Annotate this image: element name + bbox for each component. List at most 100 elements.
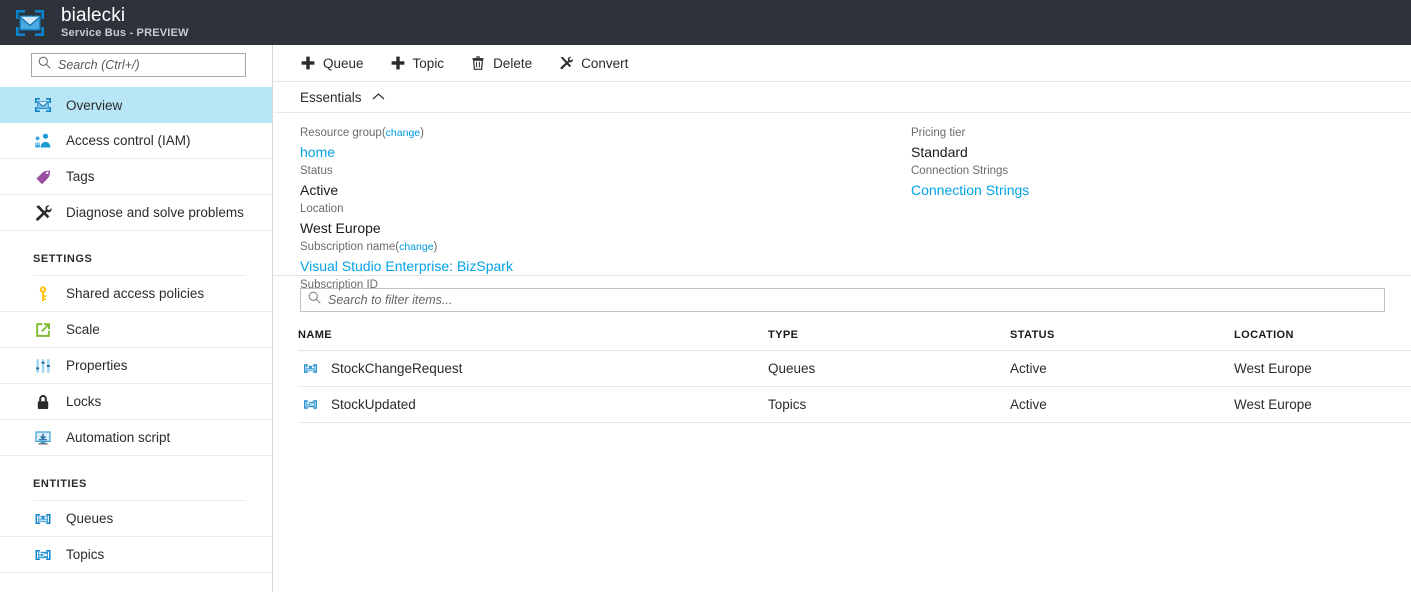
sidebar-item-diagnose[interactable]: Diagnose and solve problems [0, 195, 272, 231]
essentials-left-column: Resource group(change) home Status Activ… [300, 125, 513, 299]
sidebar-item-label: Diagnose and solve problems [66, 205, 244, 220]
sidebar-group-entities-title: ENTITIES [33, 478, 87, 490]
column-header-type[interactable]: TYPE [768, 323, 1010, 351]
sidebar-item-automation-script[interactable]: Automation script [0, 420, 272, 456]
table-row[interactable]: StockUpdated Topics Active West Europe [298, 386, 1411, 423]
essentials-header[interactable]: Essentials [274, 82, 1411, 113]
delete-label: Delete [493, 55, 533, 71]
row-type-cell: Queues [768, 350, 1010, 387]
add-topic-button[interactable]: Topic [390, 45, 445, 82]
sidebar-item-queues[interactable]: Queues [0, 501, 272, 537]
connection-strings-key: Connection Strings [911, 165, 1009, 177]
entities-table: NAME TYPE STATUS LOCATION StockChangeReq… [298, 323, 1411, 423]
subscription-change-link[interactable]: change [399, 241, 433, 253]
sidebar-item-properties[interactable]: Properties [0, 348, 272, 384]
resource-group-change-link[interactable]: change [386, 127, 420, 139]
sidebar-item-label: Locks [66, 394, 102, 409]
row-name-text: StockChangeRequest [331, 361, 463, 376]
table-row[interactable]: StockChangeRequest Queues Active West Eu… [298, 350, 1411, 387]
essentials-title: Essentials [300, 89, 362, 105]
chevron-up-icon[interactable] [372, 88, 385, 106]
subscription-name-value[interactable]: Visual Studio Enterprise: BizSpark [300, 256, 513, 276]
sidebar-item-label: Topics [66, 547, 105, 562]
plus-icon [300, 55, 316, 71]
sidebar-item-label: Overview [66, 97, 123, 113]
sidebar-search-wrap [0, 45, 272, 77]
sidebar-nav: Overview Access control (IAM) Tags Diagn… [0, 87, 272, 573]
row-location-cell: West Europe [1234, 350, 1411, 387]
add-queue-label: Queue [323, 55, 364, 71]
pricing-tier-value: Standard [911, 144, 968, 160]
sidebar-item-overview[interactable]: Overview [0, 87, 272, 123]
convert-label: Convert [581, 55, 629, 71]
subscription-id-key: Subscription ID [300, 279, 378, 291]
convert-button[interactable]: Convert [558, 45, 628, 82]
command-toolbar: Queue Topic Delete Convert [274, 45, 1411, 82]
row-status-cell: Active [1010, 386, 1234, 423]
tag-icon [33, 167, 53, 187]
table-header-row: NAME TYPE STATUS LOCATION [298, 323, 1411, 351]
key-icon [33, 284, 53, 304]
table-body: StockChangeRequest Queues Active West Eu… [298, 350, 1411, 423]
resource-group-value[interactable]: home [300, 142, 513, 162]
service-bus-icon [13, 6, 47, 40]
app-header-text: bialecki Service Bus - PREVIEW [61, 6, 189, 39]
row-type-cell: Topics [768, 386, 1010, 423]
scale-arrow-icon [33, 320, 53, 340]
service-bus-icon [33, 95, 53, 115]
subscription-name-key: Subscription name(change) [300, 241, 438, 253]
column-header-status[interactable]: STATUS [1010, 323, 1234, 351]
sidebar-item-tags[interactable]: Tags [0, 159, 272, 195]
essentials-body: Resource group(change) home Status Activ… [274, 113, 1411, 291]
column-header-location[interactable]: LOCATION [1234, 323, 1411, 351]
queue-icon [33, 509, 53, 529]
plus-icon [390, 55, 406, 71]
topic-icon [33, 545, 53, 565]
connection-strings-link[interactable]: Connection Strings [911, 180, 1029, 200]
sidebar-item-label: Access control (IAM) [66, 133, 191, 148]
status-value: Active [300, 182, 339, 198]
sidebar-item-label: Properties [66, 358, 128, 373]
essentials-right-column: Pricing tier Standard Connection Strings… [911, 125, 1029, 201]
sidebar-item-access-control[interactable]: Access control (IAM) [0, 123, 272, 159]
topic-icon [302, 396, 319, 413]
row-name-text: StockUpdated [331, 397, 416, 412]
location-key: Location [300, 203, 344, 215]
queue-icon [302, 360, 319, 377]
subscription-name-label: Subscription name [300, 241, 396, 253]
sidebar-group-settings-title: SETTINGS [33, 253, 93, 265]
app-header: bialecki Service Bus - PREVIEW [0, 0, 1411, 45]
wrench-screwdriver-icon [558, 55, 574, 71]
sidebar-item-shared-access-policies[interactable]: Shared access policies [0, 276, 272, 312]
sidebar-item-label: Automation script [66, 430, 171, 445]
add-topic-label: Topic [412, 55, 445, 71]
row-name-cell[interactable]: StockUpdated [298, 386, 768, 423]
column-header-name[interactable]: NAME [298, 323, 768, 351]
trash-icon [470, 55, 486, 71]
add-queue-button[interactable]: Queue [300, 45, 364, 82]
sidebar-item-locks[interactable]: Locks [0, 384, 272, 420]
main-content: Queue Topic Delete Convert Essentials Re… [274, 45, 1411, 592]
row-status-cell: Active [1010, 350, 1234, 387]
status-key: Status [300, 165, 333, 177]
resource-group-key: Resource group(change) [300, 127, 424, 139]
resource-group-label: Resource group [300, 127, 382, 139]
sliders-icon [33, 356, 53, 376]
subscription-id-value [300, 294, 513, 298]
sidebar-item-label: Shared access policies [66, 286, 205, 301]
search-icon [38, 56, 51, 74]
table-header: NAME TYPE STATUS LOCATION [298, 323, 1411, 351]
delete-button[interactable]: Delete [470, 45, 532, 82]
sidebar-item-label: Tags [66, 169, 95, 184]
search-input[interactable] [58, 58, 239, 72]
location-value: West Europe [300, 220, 381, 236]
sidebar-search-box[interactable] [31, 53, 246, 77]
people-icon [33, 131, 53, 151]
row-name-cell[interactable]: StockChangeRequest [298, 350, 768, 387]
row-name-wrap: StockUpdated [302, 396, 768, 413]
monitor-download-icon [33, 428, 53, 448]
sidebar-item-scale[interactable]: Scale [0, 312, 272, 348]
sidebar-item-topics[interactable]: Topics [0, 537, 272, 573]
sidebar-item-label: Queues [66, 511, 114, 526]
sidebar: Overview Access control (IAM) [0, 45, 273, 592]
